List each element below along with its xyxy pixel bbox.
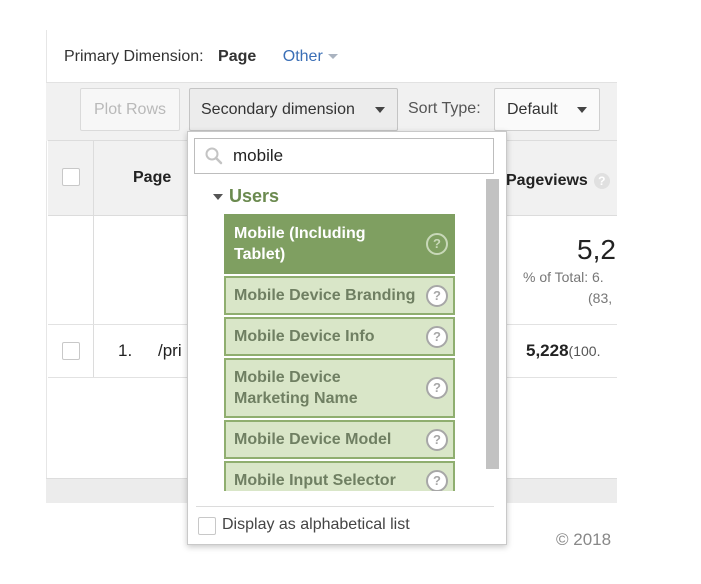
help-icon[interactable]: ? — [426, 377, 448, 399]
dimension-item-label: Mobile Device Info — [234, 328, 375, 345]
total-percent-paren: (83, — [588, 290, 613, 306]
scrollbar-thumb[interactable] — [486, 179, 499, 469]
primary-dimension-bar: Primary Dimension: Page Other — [64, 48, 338, 66]
alphabetical-list-label[interactable]: Display as alphabetical list — [222, 516, 410, 534]
secondary-dimension-label: Secondary dimension — [201, 100, 355, 118]
search-icon — [205, 147, 223, 165]
row-pageviews-percent: (100. — [568, 343, 601, 359]
column-header-page[interactable]: Page — [133, 169, 171, 187]
row-page-link[interactable]: /pri — [158, 341, 182, 361]
sort-type-label: Sort Type: — [408, 100, 481, 117]
primary-dimension-page[interactable]: Page — [218, 48, 256, 65]
dimension-item-label: Mobile Device Branding — [234, 287, 416, 304]
caret-down-icon — [213, 194, 223, 201]
group-users[interactable]: Users — [213, 186, 279, 207]
search-input[interactable] — [233, 144, 483, 168]
dimension-item[interactable]: Mobile (Including Tablet)? — [224, 214, 455, 274]
help-icon[interactable]: ? — [426, 469, 448, 491]
help-icon[interactable]: ? — [426, 325, 448, 348]
help-icon[interactable]: ? — [426, 428, 448, 451]
group-label[interactable]: Users — [229, 186, 279, 206]
row-checkbox[interactable] — [62, 342, 80, 360]
secondary-dimension-button[interactable]: Secondary dimension — [189, 88, 398, 131]
chevron-down-icon — [327, 54, 338, 60]
dimension-item-label: Mobile (Including Tablet) — [234, 225, 366, 263]
column-header-pageviews[interactable]: Pageviews? — [506, 172, 610, 190]
primary-dimension-label: Primary Dimension: — [64, 48, 204, 65]
dimension-search[interactable] — [194, 138, 494, 174]
alphabetical-list-checkbox[interactable] — [198, 517, 216, 535]
dimension-item-label: Mobile Input Selector — [234, 472, 396, 489]
sort-type-value: Default — [507, 100, 558, 118]
dimension-item[interactable]: Mobile Device Model? — [224, 420, 455, 459]
plot-rows-button[interactable]: Plot Rows — [80, 88, 180, 131]
total-pageviews: 5,2 — [577, 234, 616, 265]
help-icon[interactable]: ? — [426, 284, 448, 307]
row-pageviews-value: 5,228 — [526, 341, 569, 360]
help-icon[interactable]: ? — [593, 172, 610, 189]
pageviews-label[interactable]: Pageviews — [506, 172, 588, 189]
dimension-item-label: Mobile Device Marketing Name — [234, 369, 358, 407]
total-percent: % of Total: 6. — [523, 269, 604, 285]
dimension-list: Mobile (Including Tablet)? Mobile Device… — [224, 214, 456, 491]
primary-dimension-other[interactable]: Other — [283, 48, 338, 65]
copyright: © 2018 — [556, 530, 612, 549]
dropdown-divider — [196, 506, 494, 507]
secondary-dimension-dropdown: Users Mobile (Including Tablet)? Mobile … — [187, 131, 507, 545]
dimension-item[interactable]: Mobile Device Info? — [224, 317, 455, 356]
caret-down-icon — [375, 107, 385, 113]
dimension-item[interactable]: Mobile Device Branding? — [224, 276, 455, 315]
row-index: 1. — [118, 341, 133, 360]
dimension-item[interactable]: Mobile Input Selector? — [224, 461, 455, 491]
caret-down-icon — [577, 107, 587, 113]
row-pageviews: 5,228(100. — [526, 341, 600, 361]
other-label[interactable]: Other — [283, 48, 323, 65]
dimension-item[interactable]: Mobile Device Marketing Name? — [224, 358, 455, 418]
help-icon[interactable]: ? — [426, 233, 448, 255]
select-all-checkbox[interactable] — [62, 168, 80, 186]
dimension-item-label: Mobile Device Model — [234, 431, 392, 448]
column-divider — [93, 140, 94, 378]
sort-type-select[interactable]: Default — [494, 88, 600, 131]
